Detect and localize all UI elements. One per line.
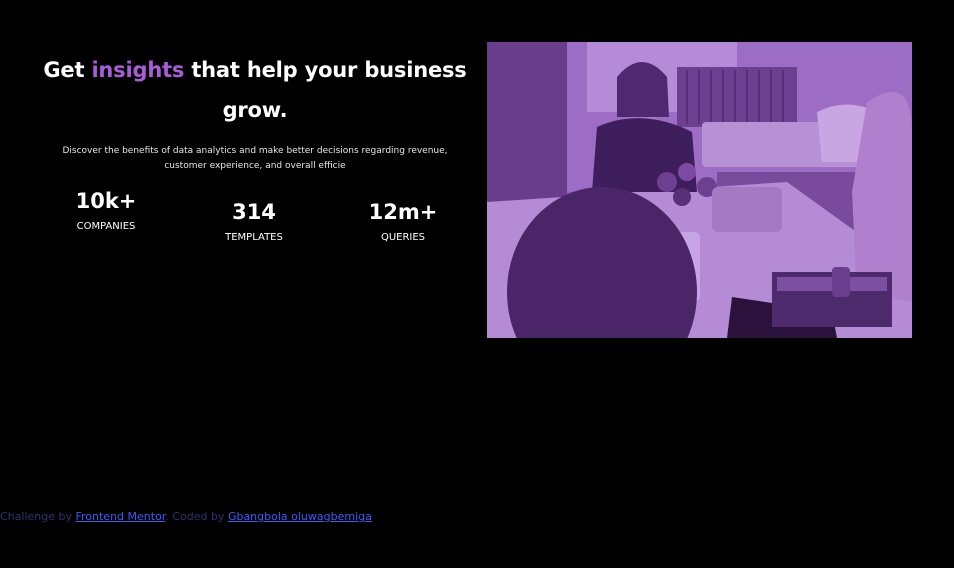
- office-photo-illustration: [487, 42, 912, 338]
- page: Get insights that help your business gro…: [0, 0, 954, 568]
- stat-value: 314: [232, 200, 276, 224]
- stat-companies: 10k+ COMPANIES: [46, 188, 166, 234]
- headline-text-end: that help your business grow.: [191, 58, 467, 122]
- frontend-mentor-link[interactable]: Frontend Mentor: [75, 510, 165, 523]
- hero-description: Discover the benefits of data analytics …: [62, 146, 448, 171]
- stat-value: 12m+: [368, 200, 438, 224]
- stat-label: QUERIES: [380, 232, 426, 243]
- stat-templates: 314 TEMPLATES: [194, 199, 314, 245]
- hero-headline: Get insights that help your business gro…: [30, 50, 480, 130]
- hero-section: Get insights that help your business gro…: [30, 50, 480, 268]
- stat-queries: 12m+ QUERIES: [343, 199, 463, 245]
- stat-value: 10k+: [75, 189, 137, 213]
- stat-label: TEMPLATES: [225, 232, 283, 243]
- headline-accent: insights: [91, 58, 185, 82]
- headline-text-start: Get: [43, 58, 85, 82]
- coded-prefix: . Coded by: [165, 510, 225, 523]
- stat-label: COMPANIES: [76, 221, 136, 232]
- hero-image: [487, 42, 912, 338]
- challenge-prefix: Challenge by: [0, 510, 72, 523]
- stats-row: 10k+ COMPANIES 314 TEMPLATES 12m+ QUERIE…: [30, 188, 480, 268]
- attribution-footer: Challenge by Frontend Mentor. Coded by G…: [0, 508, 372, 526]
- author-link[interactable]: Gbangbola oluwagbemiga: [228, 510, 372, 523]
